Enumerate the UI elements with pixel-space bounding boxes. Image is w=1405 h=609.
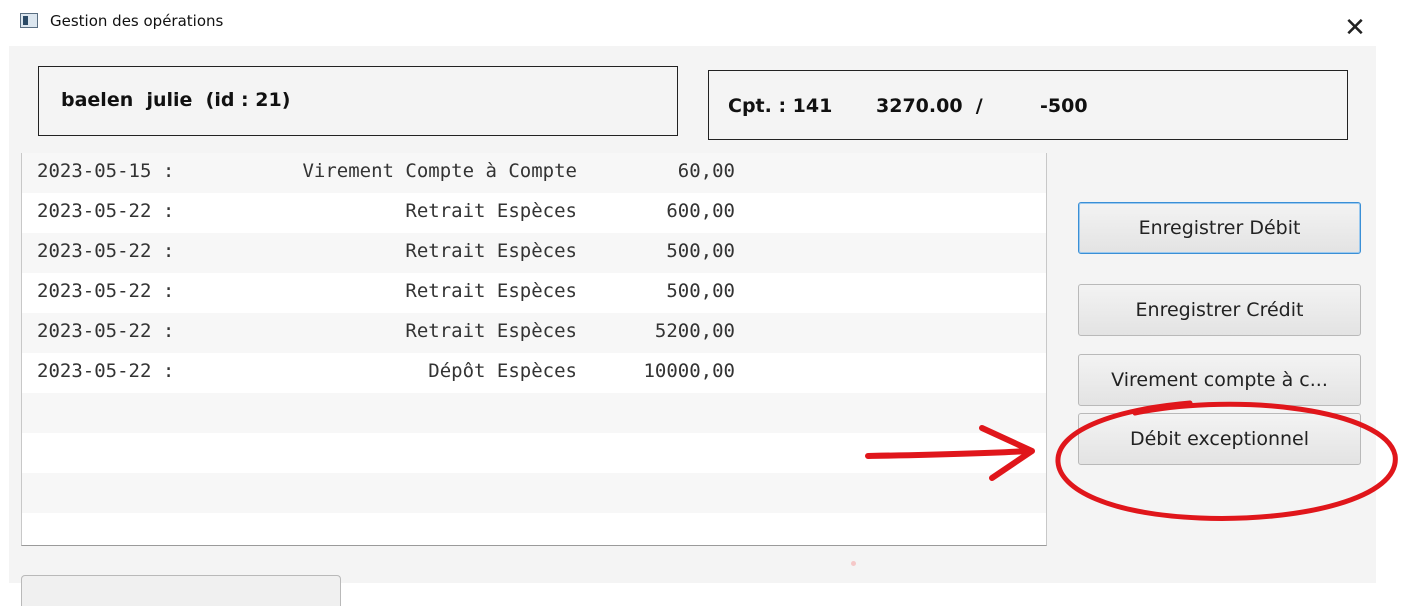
red-arrow-icon <box>865 448 1031 459</box>
red-circle-icon <box>1055 400 1398 521</box>
red-annotation-overlay <box>865 400 1398 521</box>
